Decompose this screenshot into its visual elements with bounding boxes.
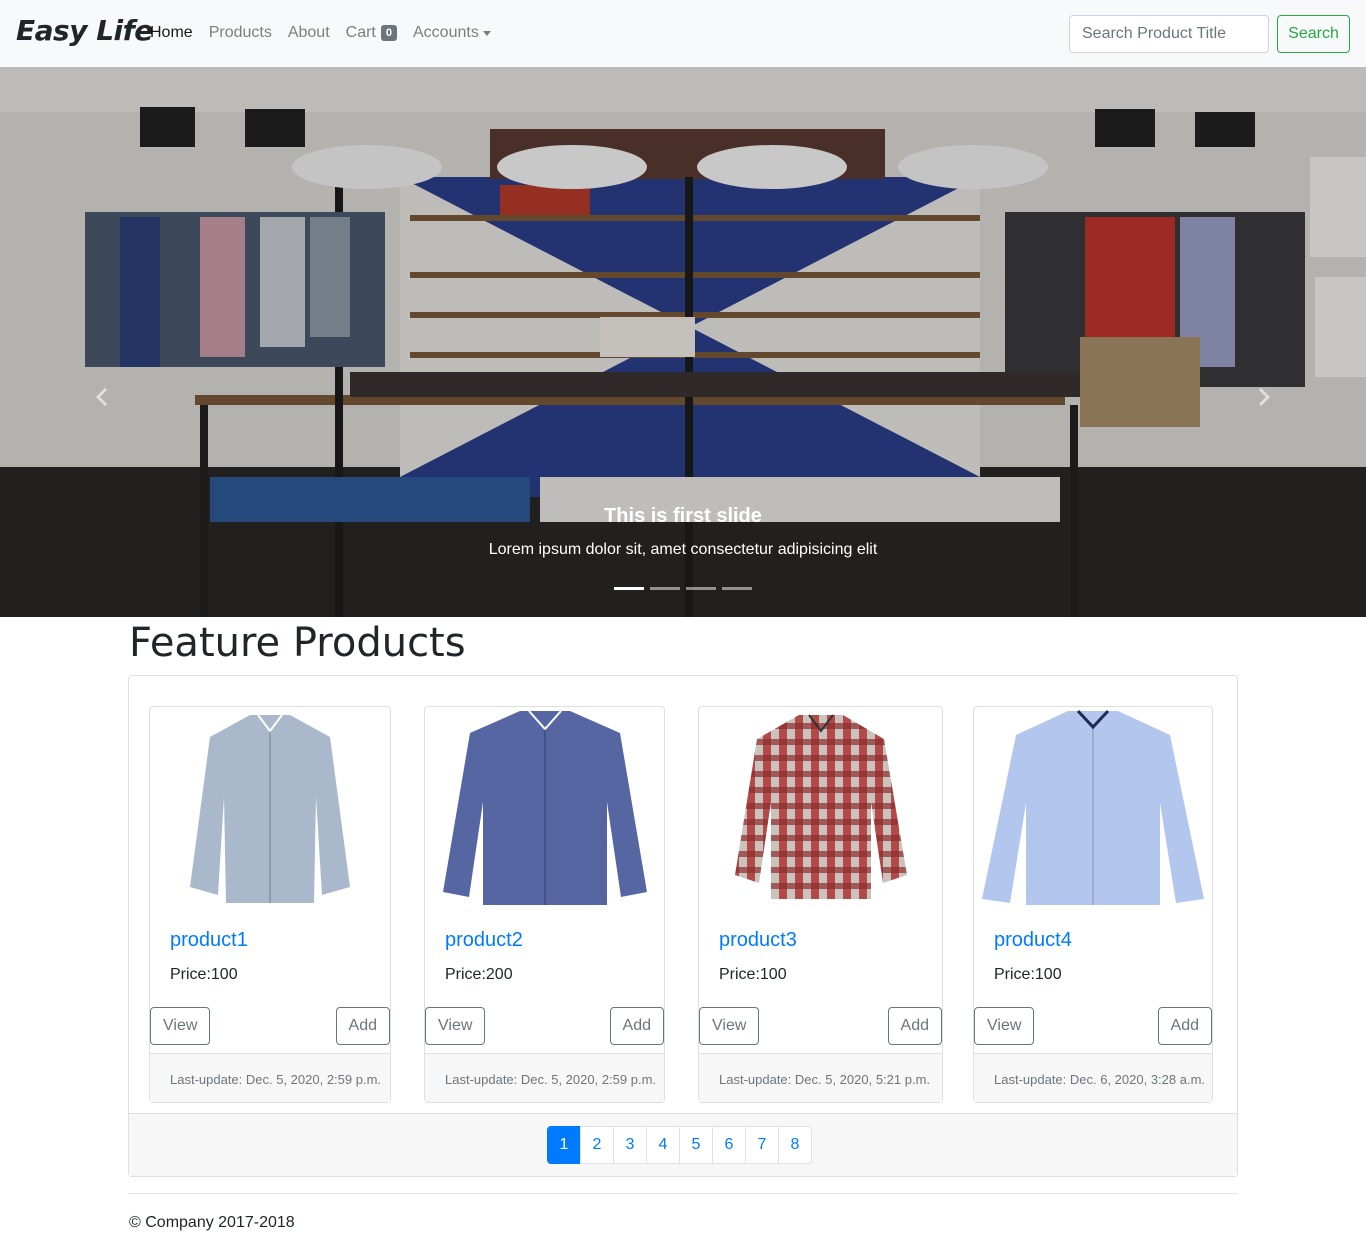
last-update: Last-update: Dec. 5, 2020, 2:59 p.m. <box>150 1053 390 1102</box>
product-card: product3 Price:100 View Add Last-update:… <box>698 706 943 1103</box>
product-image <box>982 709 1204 905</box>
navbar: Easy Life Home Products About Cart 0 Acc… <box>0 0 1366 67</box>
carousel-indicator[interactable] <box>686 587 716 590</box>
product-price: Price:100 <box>994 966 1062 983</box>
page-link[interactable]: 7 <box>745 1126 779 1164</box>
product-price: Price:100 <box>719 966 787 983</box>
page-link[interactable]: 6 <box>712 1126 746 1164</box>
carousel-indicator[interactable] <box>650 587 680 590</box>
nav-accounts-dropdown[interactable]: Accounts <box>413 24 491 42</box>
nav-products[interactable]: Products <box>209 24 272 42</box>
product-image <box>735 714 907 899</box>
view-button[interactable]: View <box>150 1007 211 1045</box>
page-title: Feature Products <box>129 620 466 666</box>
pagination: 1 2 3 4 5 6 7 8 <box>547 1126 812 1164</box>
nav-home[interactable]: Home <box>150 24 193 42</box>
add-button[interactable]: Add <box>609 1007 664 1045</box>
prev-slide-icon[interactable] <box>95 387 109 407</box>
product-image <box>190 714 350 903</box>
caret-down-icon <box>482 30 491 36</box>
carousel-indicator[interactable] <box>722 587 752 590</box>
add-button[interactable]: Add <box>887 1007 942 1045</box>
product-price: Price:200 <box>445 966 513 983</box>
view-button[interactable]: View <box>699 1007 760 1045</box>
product-title[interactable]: product4 <box>994 929 1072 952</box>
page-link[interactable]: 4 <box>646 1126 680 1164</box>
footer-divider <box>128 1193 1238 1194</box>
page-link[interactable]: 2 <box>580 1126 614 1164</box>
product-title[interactable]: product3 <box>719 929 797 952</box>
pagination-footer: 1 2 3 4 5 6 7 8 <box>129 1113 1237 1176</box>
nav-about[interactable]: About <box>288 24 330 42</box>
store-interior-image <box>0 67 1366 617</box>
add-button[interactable]: Add <box>1157 1007 1212 1045</box>
cart-count-badge: 0 <box>380 25 397 41</box>
last-update: Last-update: Dec. 6, 2020, 3:28 a.m. <box>974 1053 1212 1102</box>
search-input[interactable] <box>1069 15 1269 53</box>
product-image <box>443 710 647 905</box>
next-slide-icon[interactable] <box>1257 387 1271 407</box>
view-button[interactable]: View <box>974 1007 1035 1045</box>
nav-accounts-label: Accounts <box>413 24 479 41</box>
copyright: © Company 2017-2018 <box>129 1214 295 1231</box>
carousel-caption-title: This is first slide <box>604 505 762 527</box>
last-update: Last-update: Dec. 5, 2020, 2:59 p.m. <box>425 1053 664 1102</box>
page-link[interactable]: 8 <box>778 1126 812 1164</box>
shirt-shape <box>735 715 907 899</box>
brand-logo[interactable]: Easy Life <box>16 14 153 47</box>
product-price: Price:100 <box>170 966 238 983</box>
nav-cart[interactable]: Cart 0 <box>346 24 397 42</box>
carousel-caption-text: Lorem ipsum dolor sit, amet consectetur … <box>488 541 878 558</box>
view-button[interactable]: View <box>425 1007 486 1045</box>
page-link[interactable]: 3 <box>613 1126 647 1164</box>
hero-carousel: This is first slide Lorem ipsum dolor si… <box>0 67 1366 617</box>
search-button[interactable]: Search <box>1277 15 1350 53</box>
product-card: product1 Price:100 View Add Last-update:… <box>149 706 391 1103</box>
product-card: product2 Price:200 View Add Last-update:… <box>424 706 665 1103</box>
add-button[interactable]: Add <box>335 1007 390 1045</box>
product-card: product4 Price:100 View Add Last-update:… <box>973 706 1213 1103</box>
page-link[interactable]: 5 <box>679 1126 713 1164</box>
carousel-indicator[interactable] <box>614 587 644 590</box>
page-link[interactable]: 1 <box>547 1126 581 1164</box>
nav-cart-label: Cart <box>345 24 376 41</box>
nav-links: Home Products About Cart 0 Accounts <box>150 24 507 42</box>
last-update: Last-update: Dec. 5, 2020, 5:21 p.m. <box>699 1053 942 1102</box>
product-title[interactable]: product1 <box>170 929 248 952</box>
carousel-indicators <box>614 587 758 590</box>
product-title[interactable]: product2 <box>445 929 523 952</box>
